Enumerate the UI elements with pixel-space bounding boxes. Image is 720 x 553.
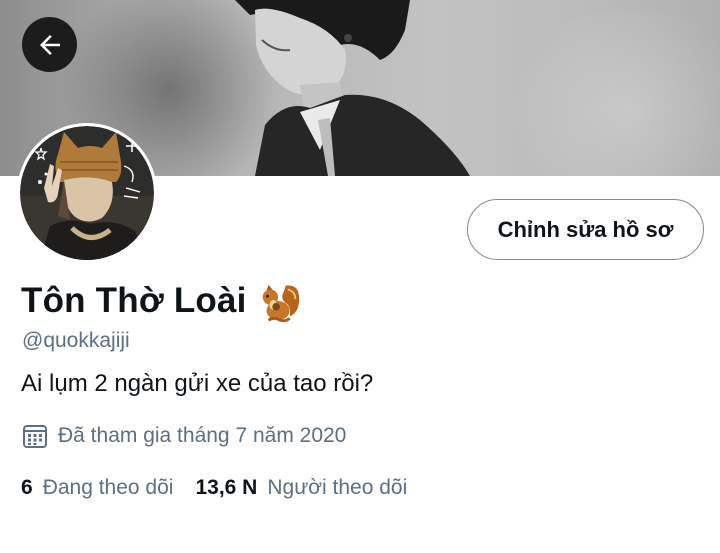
avatar-photo [20,126,154,260]
followers-count: 13,6 N [195,476,258,499]
profile-bio: Ai lụm 2 ngàn gửi xe của tao rồi? [21,370,374,397]
arrow-left-icon [39,34,60,55]
back-button[interactable] [22,17,77,72]
follow-stats: 6 Đang theo dõi 13,6 N Người theo dõi [21,476,407,500]
followers-label: Người theo dõi [267,476,408,499]
edit-profile-button[interactable]: Chỉnh sửa hồ sơ [467,199,704,260]
user-handle: @quokkajiji [22,329,130,352]
following-count: 6 [21,476,33,499]
following-label: Đang theo dõi [42,476,174,499]
display-name: Tôn Thờ Loài [21,281,247,320]
squirrel-emoji [262,284,299,323]
following-link[interactable]: 6 Đang theo dõi [21,476,173,500]
followers-link[interactable]: 13,6 N Người theo dõi [195,476,407,500]
avatar[interactable] [17,123,157,263]
joined-text: Đã tham gia tháng 7 năm 2020 [58,424,347,447]
calendar-icon [23,425,47,448]
joined-date: Đã tham gia tháng 7 năm 2020 [22,423,346,449]
name-row: Tôn Thờ Loài [21,278,303,324]
